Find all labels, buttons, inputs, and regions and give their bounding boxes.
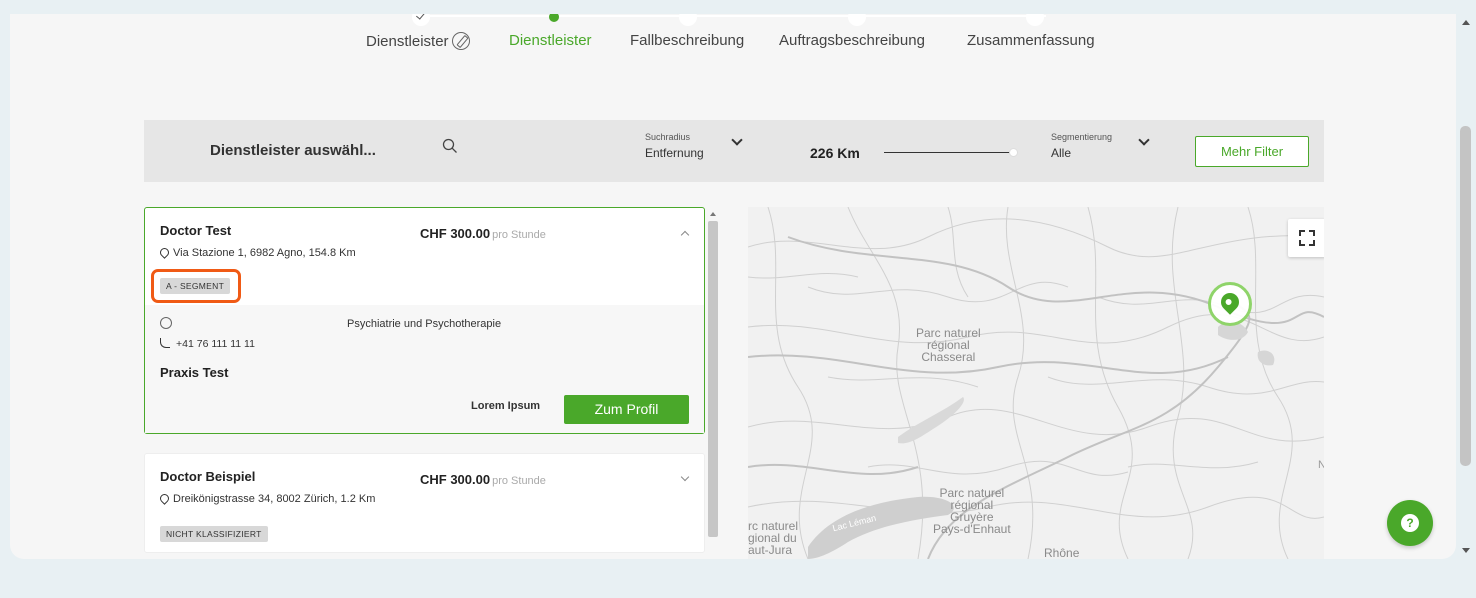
address-text: Via Stazione 1, 6982 Agno, 154.8 Km [173, 247, 356, 259]
step-dot-5 [1026, 14, 1044, 26]
card-details: Psychiatrie und Psychotherapie +41 76 11… [145, 305, 704, 433]
page-scroll-thumb[interactable] [1460, 126, 1471, 466]
segment-label: Segmentierung [1051, 132, 1113, 142]
map-pin-icon [1217, 289, 1243, 315]
price-value: CHF 300.00 [420, 472, 491, 487]
help-button[interactable]: ? [1387, 500, 1433, 546]
map[interactable]: Parc naturel régional Chasseral Parc nat… [748, 207, 1324, 559]
collapse-chevron-icon[interactable] [680, 230, 690, 240]
step-4[interactable]: Auftragsbeschreibung [779, 32, 925, 49]
distance-value: 226 Km [810, 145, 860, 161]
step-active-dot [549, 14, 559, 22]
price-value: CHF 300.00 [420, 226, 491, 241]
location-pin-icon [158, 492, 171, 505]
map-label-rhone: Rhône [1044, 546, 1080, 559]
step-dot-3 [679, 14, 697, 26]
phone-icon [160, 338, 170, 348]
fullscreen-icon [1299, 230, 1305, 236]
view-profile-button[interactable]: Zum Profil [564, 395, 689, 424]
provider-search-input[interactable]: Dienstleister auswähl... [210, 142, 376, 159]
phone-value: +41 76 111 11 11 [176, 338, 255, 350]
stepper-line [422, 15, 1046, 17]
fullscreen-icon-corner [1299, 240, 1305, 246]
price-unit: pro Stunde [492, 475, 546, 487]
provider-name: Doctor Test [160, 223, 232, 238]
fullscreen-button[interactable] [1288, 219, 1324, 257]
price-unit: pro Stunde [492, 229, 546, 241]
map-label-edge: N [1318, 459, 1324, 471]
main-panel: Dienstleister Dienstleister Fallbeschrei… [10, 14, 1456, 559]
fullscreen-icon-corner [1309, 240, 1315, 246]
help-icon: ? [1401, 514, 1419, 532]
location-pin-icon [158, 246, 171, 259]
map-label-gruyere-text: Parc naturel régional Gruyère Pays-d'Enh… [933, 486, 1011, 536]
map-label-chasseral: Parc naturel régional Chasseral [916, 327, 981, 363]
step-2[interactable]: Dienstleister [509, 32, 592, 49]
address-text: Dreikönigstrasse 34, 8002 Zürich, 1.2 Km [173, 493, 376, 505]
step-5[interactable]: Zusammenfassung [967, 32, 1095, 49]
map-label-chasseral-text: Parc naturel régional Chasseral [916, 326, 981, 364]
radius-label: Suchradius [645, 132, 691, 142]
step-1[interactable]: Dienstleister [366, 32, 470, 50]
provider-name: Doctor Beispiel [160, 469, 256, 484]
radius-select[interactable]: Entfernung [645, 146, 704, 160]
result-card[interactable]: Doctor Beispiel CHF 300.00 pro Stunde Dre… [144, 453, 705, 553]
step-dot-4 [848, 14, 866, 26]
segment-badge: NICHT KLASSIFIZIERT [160, 526, 268, 542]
page-scrollbar[interactable] [1458, 14, 1474, 559]
results-list: Doctor Test CHF 300.00 pro Stunde Via Sta… [144, 207, 707, 559]
distance-slider[interactable] [884, 152, 1016, 153]
segment-select[interactable]: Alle [1051, 146, 1071, 160]
fullscreen-icon-corner [1309, 230, 1315, 236]
map-location-marker[interactable] [1208, 282, 1252, 326]
practice-name: Praxis Test [160, 365, 229, 380]
edit-icon[interactable] [451, 32, 470, 50]
map-label-jura-text: rc naturel gional du aut-Jura [748, 519, 799, 557]
provider-price: CHF 300.00 pro Stunde [420, 472, 546, 487]
map-label-gruyere: Parc naturel régional Gruyère Pays-d'Enh… [933, 487, 1011, 535]
highlight-annotation [151, 269, 241, 303]
progress-stepper: Dienstleister Dienstleister Fallbeschrei… [10, 14, 1456, 74]
radius-chevron-down-icon[interactable] [731, 134, 743, 146]
provider-price: CHF 300.00 pro Stunde [420, 226, 546, 241]
provider-address: Dreikönigstrasse 34, 8002 Zürich, 1.2 Km [158, 492, 376, 505]
distance-slider-handle[interactable] [1009, 148, 1018, 157]
results-scrollbar[interactable] [707, 207, 719, 559]
secondary-text: Lorem Ipsum [471, 400, 541, 412]
scroll-down-arrow-icon[interactable] [1462, 548, 1470, 553]
results-scroll-thumb[interactable] [708, 221, 718, 537]
filter-bar: Dienstleister auswähl... Suchradius Entf… [144, 120, 1324, 182]
phone-number: +41 76 111 11 11 [160, 338, 255, 350]
specialty-icon [160, 317, 172, 329]
result-card[interactable]: Doctor Test CHF 300.00 pro Stunde Via Sta… [144, 207, 705, 434]
segment-chevron-down-icon[interactable] [1138, 134, 1150, 146]
map-label-jura: rc naturel gional du aut-Jura [748, 520, 798, 556]
map-roads [748, 207, 1324, 559]
step-3[interactable]: Fallbeschreibung [630, 32, 744, 49]
expand-chevron-icon[interactable] [680, 472, 690, 482]
scroll-up-arrow-icon[interactable] [710, 212, 716, 216]
specialty-text: Psychiatrie und Psychotherapie [347, 318, 502, 330]
provider-address: Via Stazione 1, 6982 Agno, 154.8 Km [158, 246, 356, 259]
scroll-up-arrow-icon[interactable] [1462, 20, 1470, 25]
step-done-check-icon [412, 14, 430, 26]
step-1-label: Dienstleister [366, 33, 449, 50]
search-icon[interactable] [442, 138, 458, 154]
more-filter-button[interactable]: Mehr Filter [1195, 136, 1309, 167]
